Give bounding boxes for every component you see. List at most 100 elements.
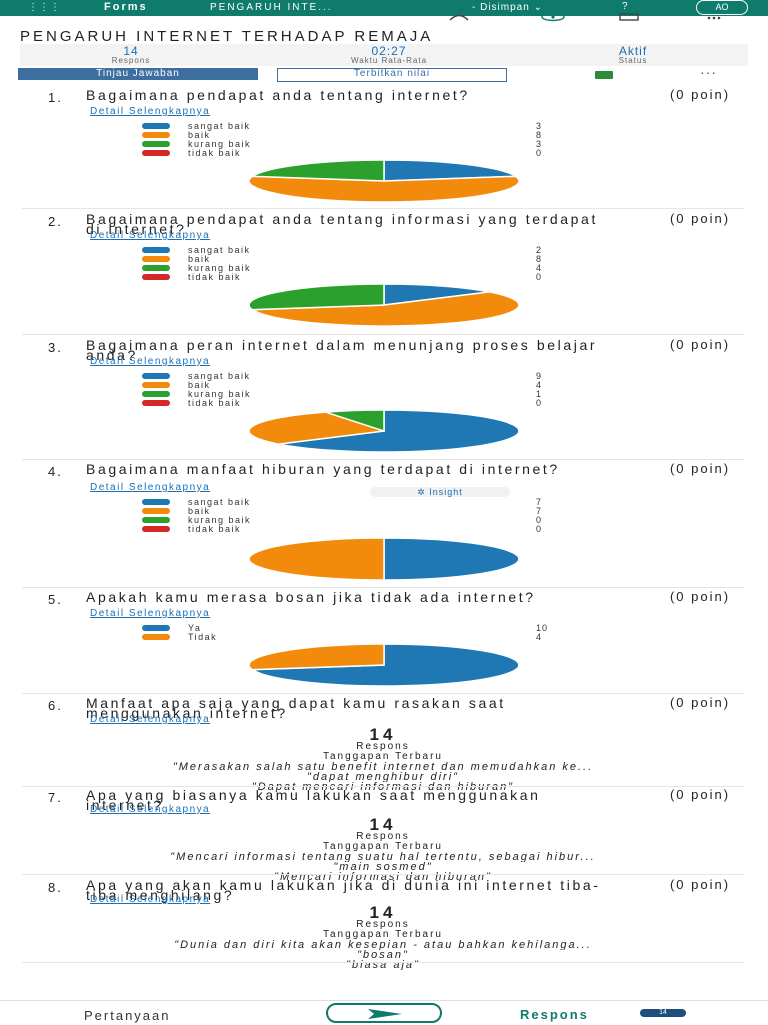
more-details-link[interactable]: Detail Selengkapnya bbox=[90, 106, 210, 117]
toolbar bbox=[0, 12, 768, 26]
excel-icon[interactable] bbox=[595, 71, 613, 79]
insight-button[interactable]: ✲ Insight bbox=[370, 487, 510, 497]
chart-legend: sangat baik 3 baik 8 kurang baik 3 tidak ba… bbox=[142, 121, 582, 158]
bottom-navigation: Pertanyaan Respons 14 bbox=[0, 1000, 768, 1025]
question-number: 7. bbox=[48, 790, 63, 805]
app-launcher-icon[interactable]: ⋮⋮⋮ bbox=[28, 2, 61, 13]
legend-count: 0 bbox=[536, 524, 543, 534]
more-details-link[interactable]: Detail Selengkapnya bbox=[90, 356, 210, 367]
legend-item: tidak baik 0 bbox=[142, 272, 582, 282]
chart-legend: Ya 10 Tidak 4 bbox=[142, 623, 582, 642]
publish-scores-button[interactable]: Terbitkan nilai bbox=[277, 68, 507, 82]
text-responses-summary: 14 Respons Tanggapan Terbaru "Merasakan … bbox=[22, 726, 744, 792]
stat-label: Waktu Rata-Rata bbox=[350, 56, 428, 65]
latest-responses-label: Tanggapan Terbaru bbox=[323, 841, 443, 852]
question-points: (0 poin) bbox=[669, 337, 731, 352]
responses-count-badge: 14 bbox=[640, 1009, 686, 1017]
pie-slice-kurang-baik bbox=[248, 283, 385, 311]
share-icon[interactable] bbox=[448, 13, 470, 24]
legend-swatch bbox=[142, 526, 170, 532]
pie-chart bbox=[248, 159, 520, 203]
avatar[interactable]: AO bbox=[696, 0, 748, 15]
save-status[interactable]: - Disimpan ⌄ bbox=[472, 2, 543, 13]
help-icon[interactable]: ? bbox=[622, 1, 628, 12]
chart-legend: sangat baik 7 baik 7 kurang baik 0 tidak ba… bbox=[142, 497, 582, 534]
latest-response: "Merasakan salah satu benefit internet d… bbox=[172, 762, 594, 772]
legend-swatch bbox=[142, 625, 170, 631]
legend-count: 0 bbox=[536, 148, 543, 158]
legend-label: tidak baik bbox=[188, 272, 242, 282]
question-points: (0 poin) bbox=[669, 695, 731, 710]
pie-chart bbox=[248, 643, 520, 687]
tab-questions[interactable]: Pertanyaan bbox=[84, 1008, 171, 1023]
legend-label: tidak baik bbox=[188, 148, 242, 158]
legend-label: Tidak bbox=[188, 632, 218, 642]
chart-legend: sangat baik 2 baik 8 kurang baik 4 tidak ba… bbox=[142, 245, 582, 282]
review-answers-button[interactable]: Tinjau Jawaban bbox=[18, 68, 258, 80]
device-icon[interactable] bbox=[618, 13, 640, 25]
pie-slice-tidak bbox=[248, 643, 385, 671]
more-details-link[interactable]: Detail Selengkapnya bbox=[90, 894, 210, 905]
pie-slice-baik bbox=[248, 537, 385, 581]
question-points: (0 poin) bbox=[669, 877, 731, 892]
legend-swatch bbox=[142, 247, 170, 253]
divider bbox=[22, 459, 744, 460]
more-options-button[interactable]: ··· bbox=[700, 64, 717, 80]
legend-item: tidak baik 0 bbox=[142, 148, 582, 158]
legend-swatch bbox=[142, 517, 170, 523]
legend-label: tidak baik bbox=[188, 524, 242, 534]
more-details-link[interactable]: Detail Selengkapnya bbox=[90, 482, 210, 493]
app-name[interactable]: Forms bbox=[104, 1, 148, 13]
divider bbox=[22, 874, 744, 875]
pie-chart bbox=[248, 409, 520, 453]
question-number: 5. bbox=[48, 592, 63, 607]
divider bbox=[22, 962, 744, 963]
more-details-link[interactable]: Detail Selengkapnya bbox=[90, 230, 210, 241]
question-text: Apakah kamu merasa bosan jika tidak ada … bbox=[86, 589, 536, 605]
question-number: 8. bbox=[48, 880, 63, 895]
more-icon[interactable] bbox=[706, 13, 722, 24]
stat-average-time: 02:27 Waktu Rata-Rata bbox=[334, 45, 444, 65]
legend-swatch bbox=[142, 123, 170, 129]
legend-swatch bbox=[142, 391, 170, 397]
stat-label: Respons bbox=[111, 56, 151, 65]
question-number: 6. bbox=[48, 698, 63, 713]
divider bbox=[22, 587, 744, 588]
legend-item: tidak baik 0 bbox=[142, 524, 582, 534]
latest-response: "bosan" bbox=[357, 950, 409, 960]
stat-label: Status bbox=[618, 56, 648, 65]
legend-swatch bbox=[142, 150, 170, 156]
present-icon[interactable] bbox=[540, 12, 566, 25]
pie-chart bbox=[248, 283, 520, 327]
question-points: (0 poin) bbox=[669, 589, 731, 604]
question-points: (0 poin) bbox=[669, 461, 731, 476]
legend-label: tidak baik bbox=[188, 398, 242, 408]
question-points: (0 poin) bbox=[669, 211, 731, 226]
latest-response: "Mencari informasi tentang suatu hal ter… bbox=[170, 852, 596, 862]
summary-stats: 14 Respons 02:27 Waktu Rata-Rata Aktif S… bbox=[20, 44, 748, 66]
more-details-link[interactable]: Detail Selengkapnya bbox=[90, 608, 210, 619]
send-button[interactable] bbox=[326, 1003, 442, 1023]
insight-label: Insight bbox=[429, 487, 463, 497]
legend-count: 0 bbox=[536, 398, 543, 408]
form-title: PENGARUH INTERNET TERHADAP REMAJA bbox=[20, 28, 434, 45]
question-number: 1. bbox=[48, 90, 63, 105]
question-text: Bagaimana manfaat hiburan yang terdapat … bbox=[86, 461, 560, 477]
stat-responses: 14 Respons bbox=[76, 45, 186, 65]
more-details-link[interactable]: Detail Selengkapnya bbox=[90, 714, 210, 725]
question-points: (0 poin) bbox=[669, 787, 731, 802]
tab-responses[interactable]: Respons bbox=[520, 1007, 589, 1022]
latest-responses-label: Tanggapan Terbaru bbox=[323, 929, 443, 940]
chart-legend: sangat baik 9 baik 4 kurang baik 1 tidak ba… bbox=[142, 371, 582, 408]
legend-swatch bbox=[142, 508, 170, 514]
legend-item: tidak baik 0 bbox=[142, 398, 582, 408]
app-header: ⋮⋮⋮ Forms PENGARUH INTE... - Disimpan ⌄ … bbox=[0, 0, 768, 16]
question-number: 4. bbox=[48, 464, 63, 479]
legend-swatch bbox=[142, 382, 170, 388]
legend-swatch bbox=[142, 132, 170, 138]
document-title[interactable]: PENGARUH INTE... bbox=[210, 2, 333, 13]
question-points: (0 poin) bbox=[669, 87, 731, 102]
more-details-link[interactable]: Detail Selengkapnya bbox=[90, 804, 210, 815]
question-number: 3. bbox=[48, 340, 63, 355]
text-responses-summary: 14 Respons Tanggapan Terbaru "Mencari in… bbox=[22, 816, 744, 882]
